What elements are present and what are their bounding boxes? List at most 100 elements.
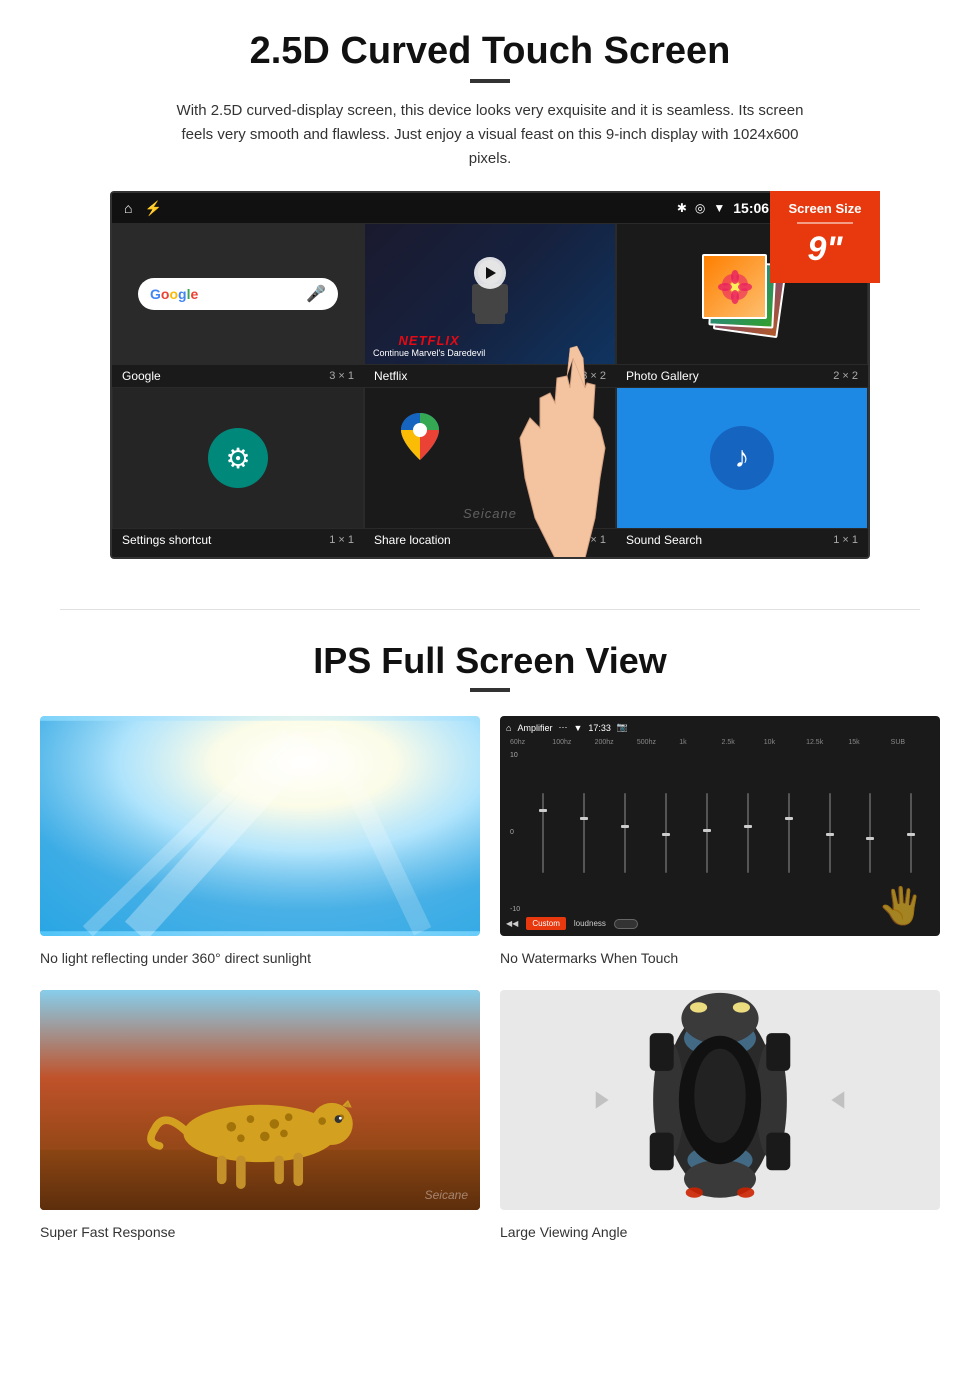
netflix-cell-inner: NETFLIX Continue Marvel's Daredevil — [365, 224, 615, 364]
amp-db-labels: 10 0 -10 — [510, 752, 522, 913]
music-note-icon: ♪ — [735, 441, 750, 475]
sunlight-svg — [40, 716, 480, 936]
settings-icon-circle: ⚙ — [208, 428, 268, 488]
flower-svg — [715, 267, 755, 307]
sunlight-visual — [40, 716, 480, 936]
caption-amplifier: No Watermarks When Touch — [500, 946, 940, 970]
label-settings: Settings shortcut 1 × 1 — [112, 529, 364, 551]
netflix-subtitle: Continue Marvel's Daredevil — [373, 348, 485, 358]
eq-slider-1[interactable] — [524, 793, 561, 873]
ips-item-amplifier: ⌂ Amplifier ⋯ ▼ 17:33 📷 60hz 100hz 200hz… — [500, 716, 940, 970]
app-labels-row1: Google 3 × 1 Netflix 3 × 2 Photo Gallery… — [112, 365, 868, 387]
google-search-bar[interactable]: Google 🎤 — [138, 278, 338, 310]
freq-60hz: 60hz — [510, 739, 549, 746]
freq-100hz: 100hz — [552, 739, 591, 746]
netflix-play-button[interactable] — [474, 257, 506, 289]
ips-grid: No light reflecting under 360° direct su… — [40, 716, 940, 1244]
status-bar: ⌂ ⚡ ✱ ◎ ▼ 15:06 📷 🔊 ✕ ⬜ — [112, 193, 868, 223]
amp-cam-icon: 📷 — [617, 722, 628, 733]
maps-icon — [395, 408, 445, 463]
google-cell-inner: Google 🎤 — [113, 224, 363, 364]
ips-item-car: Large Viewing Angle — [500, 990, 940, 1244]
eq-slider-7[interactable] — [770, 793, 807, 873]
eq-sliders — [524, 752, 930, 913]
app-cell-settings[interactable]: ⚙ — [112, 387, 364, 529]
section-curved-touch: 2.5D Curved Touch Screen With 2.5D curve… — [0, 0, 980, 579]
amp-hand-icon: 🖐 — [879, 885, 924, 927]
eq-slider-2[interactable] — [565, 793, 602, 873]
ips-img-sunlight-box — [40, 716, 480, 936]
freq-2k5: 2.5k — [721, 739, 760, 746]
ips-img-car-box — [500, 990, 940, 1210]
status-left-icons: ⌂ ⚡ — [124, 200, 162, 217]
app-cell-netflix[interactable]: NETFLIX Continue Marvel's Daredevil — [364, 223, 616, 365]
car-top-view-svg — [590, 990, 850, 1210]
car-visual — [500, 990, 940, 1210]
device-mockup: Screen Size 9" ⌂ ⚡ ✱ ◎ ▼ 15:06 📷 🔊 ✕ — [110, 191, 870, 559]
app-grid-row1: Google 🎤 — [112, 223, 868, 365]
badge-divider — [797, 222, 853, 224]
sound-grid-size: 1 × 1 — [833, 534, 858, 546]
wifi-icon: ▼ — [713, 201, 725, 215]
caption-cheetah: Super Fast Response — [40, 1220, 480, 1244]
netflix-grid-size: 3 × 2 — [581, 370, 606, 382]
db-0: 0 — [510, 829, 520, 836]
db-10-pos: 10 — [510, 752, 520, 759]
eq-slider-3[interactable] — [606, 793, 643, 873]
google-grid-size: 3 × 1 — [329, 370, 354, 382]
label-photo-gallery: Photo Gallery 2 × 2 — [616, 365, 868, 387]
freq-10k: 10k — [764, 739, 803, 746]
eq-slider-8[interactable] — [811, 793, 848, 873]
amp-loudness-label: loudness — [574, 919, 606, 928]
ips-item-cheetah: Seicane Super Fast Response — [40, 990, 480, 1244]
eq-slider-4[interactable] — [647, 793, 684, 873]
app-cell-sound-search[interactable]: ♪ — [616, 387, 868, 529]
caption-sunlight: No light reflecting under 360° direct su… — [40, 946, 480, 970]
section2-underline — [470, 688, 510, 692]
freq-15k: 15k — [848, 739, 887, 746]
amp-visual: ⌂ Amplifier ⋯ ▼ 17:33 📷 60hz 100hz 200hz… — [500, 716, 940, 936]
badge-size: 9" — [778, 230, 872, 269]
label-share: Share location 1 × 1 — [364, 529, 616, 551]
home-icon[interactable]: ⌂ — [124, 200, 132, 216]
share-label-text: Share location — [374, 533, 451, 547]
app-labels-row2: Settings shortcut 1 × 1 Share location 1… — [112, 529, 868, 557]
netflix-label: NETFLIX Continue Marvel's Daredevil — [373, 333, 485, 358]
share-grid-size: 1 × 1 — [581, 534, 606, 546]
photo-gallery-grid-size: 2 × 2 — [833, 370, 858, 382]
eq-slider-10[interactable] — [893, 793, 930, 873]
google-label-text: Google — [122, 369, 161, 383]
section1-title: 2.5D Curved Touch Screen — [60, 30, 920, 73]
eq-slider-6[interactable] — [729, 793, 766, 873]
amp-back-icon[interactable]: ◀◀ — [506, 919, 518, 928]
label-sound: Sound Search 1 × 1 — [616, 529, 868, 551]
bluetooth-icon: ✱ — [677, 201, 687, 215]
app-grid-row2: ⚙ — [112, 387, 868, 529]
amp-title: Amplifier — [517, 723, 552, 733]
ips-item-sunlight: No light reflecting under 360° direct su… — [40, 716, 480, 970]
amp-loudness-toggle[interactable] — [614, 919, 638, 929]
cheetah-visual: Seicane — [40, 990, 480, 1210]
ips-img-cheetah-box: Seicane — [40, 990, 480, 1210]
netflix-logo-text: NETFLIX — [373, 333, 485, 348]
seicane-watermark: Seicane — [425, 1188, 468, 1202]
mic-icon[interactable]: 🎤 — [306, 284, 326, 304]
freq-sub: SUB — [891, 739, 930, 746]
amp-home-icon: ⌂ — [506, 723, 511, 733]
android-screen: ⌂ ⚡ ✱ ◎ ▼ 15:06 📷 🔊 ✕ ⬜ — [110, 191, 870, 559]
app-cell-google[interactable]: Google 🎤 — [112, 223, 364, 365]
eq-slider-9[interactable] — [852, 793, 889, 873]
cheetah-svg — [40, 990, 480, 1210]
settings-label-text: Settings shortcut — [122, 533, 211, 547]
netflix-label-text: Netflix — [374, 369, 407, 383]
amp-custom-button[interactable]: Custom — [526, 917, 566, 930]
settings-grid-size: 1 × 1 — [329, 534, 354, 546]
status-time: 15:06 — [733, 200, 769, 216]
amp-topbar: ⌂ Amplifier ⋯ ▼ 17:33 📷 — [506, 722, 934, 733]
gps-icon: ◎ — [695, 201, 705, 215]
section-ips-full-screen: IPS Full Screen View — [0, 640, 980, 1274]
freq-200hz: 200hz — [595, 739, 634, 746]
eq-slider-5[interactable] — [688, 793, 725, 873]
gear-icon: ⚙ — [225, 442, 250, 475]
db-10-neg: -10 — [510, 906, 520, 913]
